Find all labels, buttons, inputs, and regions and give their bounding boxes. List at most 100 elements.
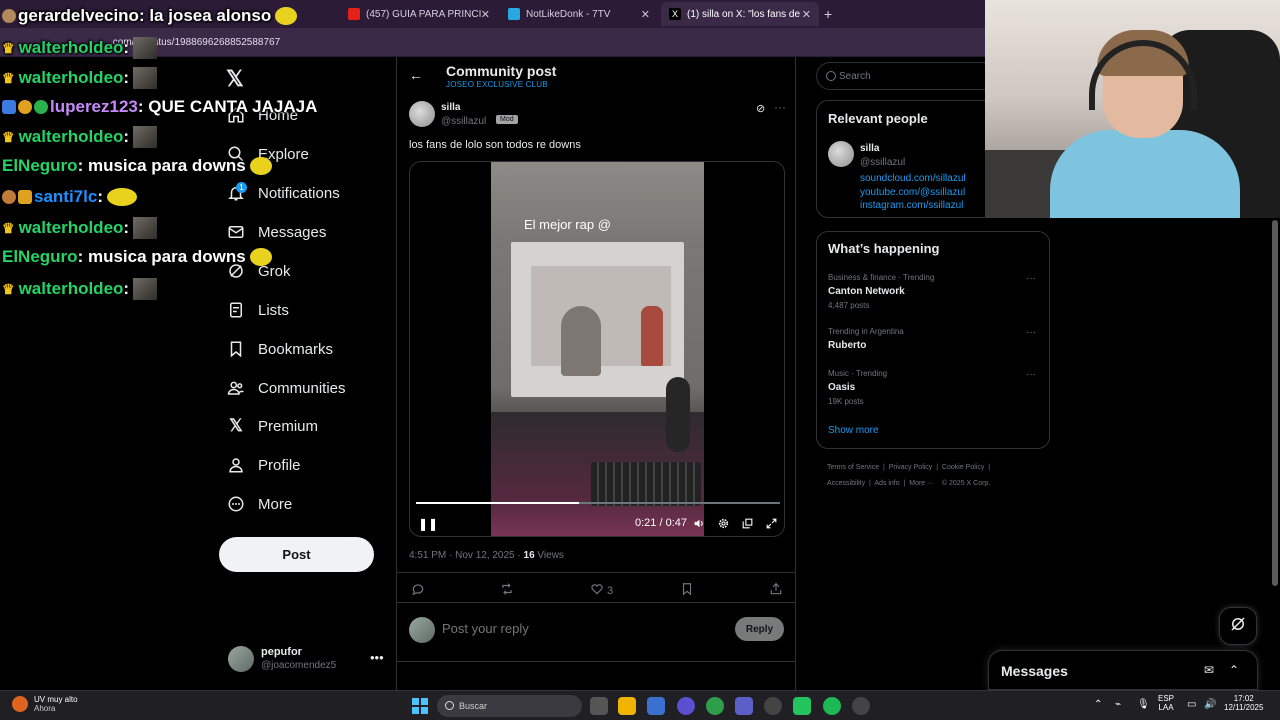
- nav-premium[interactable]: 𝕏 Premium: [226, 411, 318, 441]
- teams-icon[interactable]: [735, 697, 753, 715]
- chevron-up-icon[interactable]: ⌃: [1094, 699, 1102, 710]
- trend-name[interactable]: Ruberto: [828, 340, 866, 351]
- new-tab-button[interactable]: +: [824, 6, 832, 22]
- author-avatar[interactable]: [409, 101, 435, 127]
- person-handle[interactable]: @ssillazul: [860, 157, 905, 168]
- nav-label: Lists: [258, 301, 289, 319]
- mod-badge: Mod: [496, 115, 518, 124]
- network-icon[interactable]: ⌁: [1115, 699, 1121, 710]
- messages-drawer[interactable]: Messages ✉ ⌃: [988, 650, 1258, 690]
- video-progress-bar[interactable]: [416, 502, 780, 504]
- steam-icon[interactable]: [764, 697, 782, 715]
- trend-name[interactable]: Canton Network: [828, 286, 905, 297]
- more-dots-icon[interactable]: ···: [1026, 369, 1036, 380]
- avatar: [409, 617, 435, 643]
- bookmark-icon[interactable]: [680, 582, 697, 596]
- nav-bookmarks[interactable]: Bookmarks: [226, 334, 333, 364]
- clock[interactable]: 17:02 12/11/2025: [1224, 694, 1263, 712]
- tab-youtube[interactable]: (457) GUÍA PARA PRINCIPIANTE ✕: [340, 2, 498, 26]
- footer-link[interactable]: Terms of Service: [827, 464, 879, 471]
- repost-icon[interactable]: [500, 582, 517, 596]
- microphone-icon[interactable]: 🎙: [1137, 699, 1150, 710]
- trend-name[interactable]: Oasis: [828, 382, 855, 393]
- weather-widget[interactable]: UV muy alto Ahora: [34, 695, 78, 713]
- nav-lists[interactable]: Lists: [226, 295, 289, 325]
- close-icon[interactable]: ✕: [641, 8, 650, 21]
- nav-more[interactable]: More: [226, 489, 292, 519]
- community-name-link[interactable]: JOSEO EXCLUSIVE CLUB: [446, 80, 548, 89]
- author-name[interactable]: silla: [441, 102, 460, 113]
- person-name[interactable]: silla: [860, 143, 879, 154]
- pause-icon[interactable]: ❚❚: [418, 517, 438, 531]
- 7tv-icon: [508, 8, 520, 20]
- avatar[interactable]: [828, 141, 854, 167]
- reply-icon[interactable]: [411, 582, 428, 596]
- search-input[interactable]: Search: [816, 62, 996, 90]
- youtube-icon: [348, 8, 360, 20]
- bio-link[interactable]: soundcloud.com/sillazul: [860, 173, 966, 184]
- footer-link[interactable]: Accessibility: [827, 480, 865, 487]
- grok-floating-button[interactable]: [1219, 607, 1257, 645]
- compose-message-icon[interactable]: ✉: [1204, 663, 1214, 677]
- emote-icon: [133, 126, 158, 148]
- account-handle: @joacomendez5: [261, 660, 337, 671]
- tab-x-post[interactable]: X (1) silla on X: "los fans de lolo s ✕: [661, 2, 819, 26]
- file-explorer-icon[interactable]: [618, 697, 636, 715]
- author-handle[interactable]: @ssillazul: [441, 116, 486, 127]
- chat-text: : musica para downs: [77, 247, 246, 266]
- media-player-icon[interactable]: [852, 697, 870, 715]
- display-icon[interactable]: ▭: [1187, 699, 1196, 710]
- more-dots-icon[interactable]: ···: [1026, 273, 1036, 284]
- discord-icon[interactable]: [677, 697, 695, 715]
- weather-icon[interactable]: [12, 696, 28, 712]
- close-icon[interactable]: ✕: [802, 8, 811, 21]
- nav-label: Messages: [258, 223, 327, 241]
- fullscreen-icon[interactable]: [765, 517, 778, 533]
- post-timestamp[interactable]: 4:51 PM · Nov 12, 2025 ·: [409, 550, 524, 561]
- nav-messages[interactable]: Messages: [226, 217, 326, 247]
- bio-link[interactable]: instagram.com/ssillazul: [860, 200, 963, 211]
- post-button[interactable]: Post: [219, 537, 374, 572]
- more-dots-icon[interactable]: ···: [774, 100, 786, 114]
- volume-icon[interactable]: [693, 517, 706, 533]
- nav-communities[interactable]: Communities: [226, 373, 346, 403]
- windows-start-icon[interactable]: [412, 698, 428, 714]
- reply-input[interactable]: [442, 621, 692, 636]
- taskbar-search[interactable]: Buscar: [437, 695, 582, 717]
- settings-gear-icon[interactable]: [717, 517, 730, 533]
- heart-icon: [590, 582, 607, 599]
- post-meta: 4:51 PM · Nov 12, 2025 · 16 Views: [409, 550, 564, 561]
- more-dots-icon[interactable]: ···: [1026, 327, 1036, 338]
- footer-link[interactable]: More ···: [909, 480, 934, 487]
- chevron-up-icon[interactable]: ⌃: [1229, 663, 1239, 677]
- task-view-icon[interactable]: [590, 697, 608, 715]
- emote-icon: [275, 7, 298, 25]
- video-player[interactable]: El mejor rap @ ❚❚ 0:21 / 0:47: [409, 161, 785, 537]
- footer-link[interactable]: Privacy Policy: [889, 464, 933, 471]
- more-dots-icon[interactable]: •••: [370, 650, 384, 665]
- language-indicator[interactable]: ESP LAA: [1158, 694, 1174, 712]
- account-switcher[interactable]: pepufor @joacomendez5 •••: [228, 644, 388, 676]
- nav-profile[interactable]: Profile: [226, 450, 301, 480]
- footer-link[interactable]: Cookie Policy: [942, 464, 984, 471]
- chrome-icon[interactable]: [706, 697, 724, 715]
- tab-7tv[interactable]: NotLikeDonk - 7TV ✕: [500, 2, 658, 26]
- back-arrow-icon[interactable]: ←: [409, 67, 423, 83]
- show-more-link[interactable]: Show more: [828, 425, 879, 436]
- volume-icon[interactable]: 🔊: [1204, 699, 1216, 710]
- like-button[interactable]: 3: [590, 582, 613, 599]
- x-logo-icon[interactable]: 𝕏: [226, 66, 244, 92]
- bio-link[interactable]: youtube.com/@ssillazul: [860, 187, 965, 198]
- video-caption: El mejor rap @: [524, 217, 611, 232]
- scrollbar[interactable]: [1272, 220, 1278, 586]
- reply-button[interactable]: Reply: [735, 617, 784, 641]
- picture-in-picture-icon[interactable]: [741, 517, 754, 533]
- grok-explain-icon[interactable]: ⊘: [756, 102, 765, 115]
- tab-label: NotLikeDonk - 7TV: [526, 8, 611, 20]
- store-icon[interactable]: [647, 697, 665, 715]
- share-icon[interactable]: [769, 582, 786, 596]
- footer-link[interactable]: Ads info: [874, 480, 899, 487]
- close-icon[interactable]: ✕: [481, 8, 490, 21]
- spotify-icon[interactable]: [823, 697, 841, 715]
- app-icon[interactable]: [793, 697, 811, 715]
